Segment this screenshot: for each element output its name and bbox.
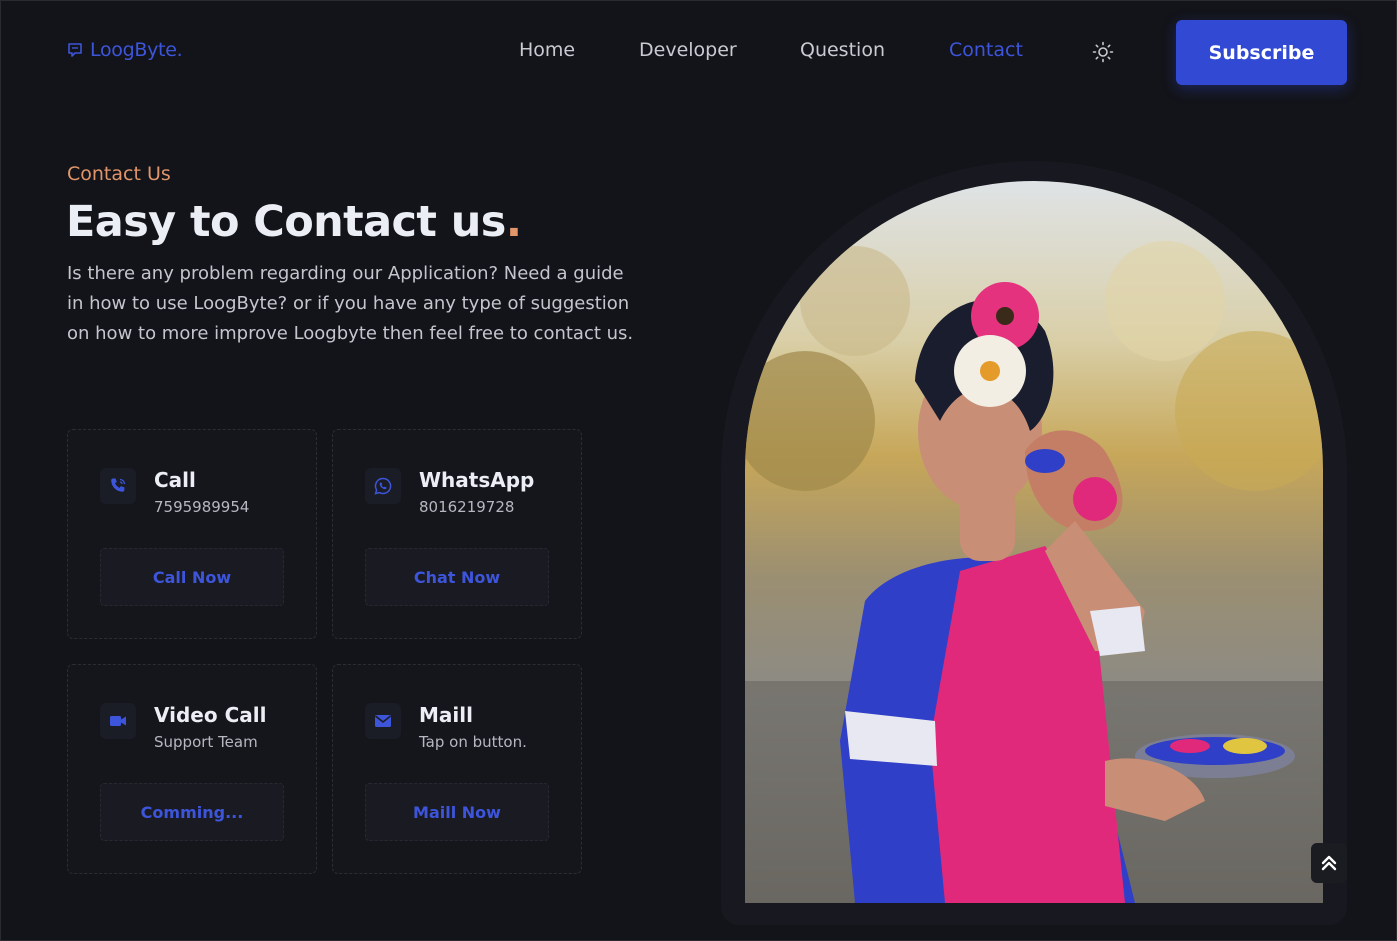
card-title: Video Call: [154, 703, 267, 727]
phone-call-icon: [100, 468, 136, 504]
headline-text: Easy to Contact us: [66, 197, 506, 247]
card-subtitle: Tap on button.: [419, 733, 527, 751]
coming-soon-button[interactable]: Comming...: [100, 783, 284, 841]
contact-card-whatsapp: WhatsApp 8016219728 Chat Now: [332, 429, 582, 639]
photo-illustration: [745, 241, 1323, 903]
scroll-to-top-button[interactable]: [1311, 843, 1347, 883]
card-title: Call: [154, 468, 196, 492]
subscribe-button[interactable]: Subscribe: [1176, 20, 1347, 85]
headline-dot: .: [505, 197, 522, 247]
logo[interactable]: LoogByte.: [67, 39, 183, 61]
chat-bubble-icon: [68, 43, 82, 57]
hero-photo: [745, 181, 1323, 903]
logo-text: LoogByte.: [90, 39, 183, 61]
mail-now-button[interactable]: Maill Now: [365, 783, 549, 841]
section-eyebrow: Contact Us: [67, 163, 171, 185]
contact-card-mail: Maill Tap on button. Maill Now: [332, 664, 582, 874]
contact-card-call: Call 7595989954 Call Now: [67, 429, 317, 639]
call-now-button[interactable]: Call Now: [100, 548, 284, 606]
page-title: Easy to Contact us.: [66, 197, 522, 247]
chat-now-button[interactable]: Chat Now: [365, 548, 549, 606]
double-chevron-up-icon: [1321, 855, 1337, 871]
sun-icon[interactable]: [1092, 41, 1114, 63]
nav-contact[interactable]: Contact: [949, 39, 1023, 61]
card-subtitle: Support Team: [154, 733, 258, 751]
nav-developer[interactable]: Developer: [639, 39, 737, 61]
card-phone-number: 8016219728: [419, 498, 515, 516]
whatsapp-icon: [365, 468, 401, 504]
hero-description: Is there any problem regarding our Appli…: [67, 263, 634, 344]
card-phone-number: 7595989954: [154, 498, 250, 516]
mail-icon: [365, 703, 401, 739]
card-title: Maill: [419, 703, 473, 727]
nav-question[interactable]: Question: [800, 39, 885, 61]
contact-card-video-call: Video Call Support Team Comming...: [67, 664, 317, 874]
video-camera-icon: [100, 703, 136, 739]
card-title: WhatsApp: [419, 468, 535, 492]
nav-home[interactable]: Home: [519, 39, 575, 61]
